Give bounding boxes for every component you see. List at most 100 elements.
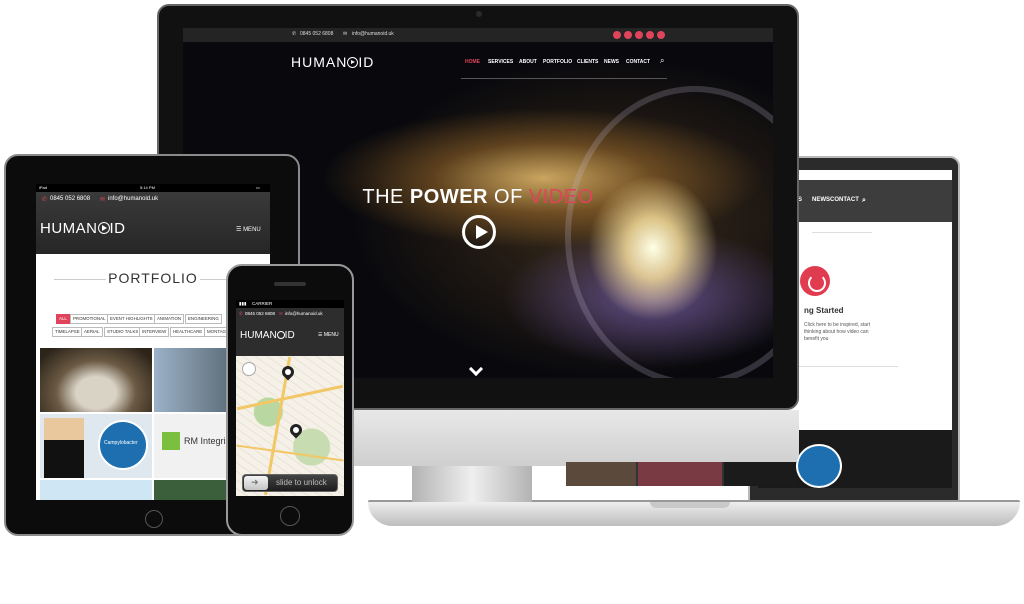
logo-text-end: ID (109, 220, 126, 237)
facebook-icon[interactable] (624, 31, 632, 39)
monitor-stand (412, 466, 532, 502)
logo-play-icon (347, 57, 359, 68)
menu-button[interactable]: ☰ MENU (318, 332, 339, 338)
menu-label: MENU (243, 227, 261, 233)
rm-logo-icon (162, 432, 180, 450)
thumb-interview[interactable] (724, 462, 796, 486)
map-pin-icon[interactable] (279, 363, 297, 381)
logo-text: HUMAN (40, 220, 98, 237)
signal-icon: ▮▮▮ (239, 301, 247, 306)
filter-all[interactable]: ALL (56, 314, 70, 324)
humanoid-logo[interactable]: HUMAN ID (240, 330, 295, 341)
search-icon[interactable]: ⌕ (660, 56, 664, 66)
camera-icon (476, 11, 482, 17)
laptop-nav-news[interactable]: NEWS (812, 197, 830, 203)
nav-services[interactable]: SERVICES (488, 59, 513, 65)
phone-number[interactable]: 0845 052 6808 (245, 311, 275, 316)
nav-about[interactable]: ABOUT (519, 59, 537, 65)
mail-icon: ✉ (100, 197, 106, 203)
phone-number[interactable]: 0845 052 6808 (50, 196, 90, 202)
divider (798, 366, 898, 367)
thumb-event[interactable] (638, 462, 722, 486)
map-pan-control[interactable] (242, 362, 256, 376)
nav-underline (461, 78, 667, 79)
campylobacter-thumb[interactable] (796, 444, 842, 488)
light-ring (565, 86, 773, 378)
filter-healthcare[interactable]: HEALTHCARE (170, 327, 206, 337)
logo-play-icon (276, 331, 285, 339)
logo-text-end: ID (358, 54, 375, 70)
email-link[interactable]: info@humanoid.uk (285, 311, 323, 316)
email-link[interactable]: info@humanoid.uk (352, 31, 394, 37)
laptop-nav-contact[interactable]: CONTACT (830, 197, 859, 203)
portfolio-thumb[interactable] (40, 480, 152, 500)
humanoid-logo[interactable]: HUMAN ID (291, 54, 374, 70)
logo-play-icon (97, 222, 110, 234)
status-time: 5:14 PM (140, 185, 155, 190)
phone-number[interactable]: 0845 052 6808 (300, 31, 333, 37)
mail-icon: ✉ (279, 311, 283, 316)
divider (812, 232, 872, 233)
portfolio-thumb-car[interactable] (40, 348, 152, 412)
logo-text: HUMAN (240, 330, 277, 341)
nav-portfolio[interactable]: PORTFOLIO (543, 59, 572, 65)
nav-clients[interactable]: CLIENTS (577, 59, 598, 65)
nav-news[interactable]: NEWS (604, 59, 619, 65)
top-bar: ✆ 0845 052 6808 ✉ info@humanoid.uk (183, 28, 773, 42)
filter-studio-talks[interactable]: STUDIO TALKS (104, 327, 142, 337)
carrier-label: CARRIER (252, 301, 273, 306)
phone-screen: ▮▮▮ CARRIER ✆ 0845 052 6808 ✉ info@human… (236, 300, 344, 496)
getting-started-text: Click here to be inspired, start thinkin… (804, 322, 871, 342)
twitter-icon[interactable] (635, 31, 643, 39)
speaker-grille (274, 282, 306, 286)
phone-header: ✆ 0845 052 6808 ✉ info@humanoid.uk HUMAN… (236, 308, 344, 356)
search-icon[interactable]: ⌕ (862, 197, 866, 205)
laptop-notch (650, 502, 730, 508)
filter-interview[interactable]: INTERVIEW (139, 327, 170, 337)
phone-icon: ✆ (42, 197, 48, 203)
logo-text-end: ID (284, 330, 295, 341)
status-bar: iPad 5:14 PM ▭ (36, 184, 270, 192)
mail-icon: ✉ (343, 31, 348, 37)
filter-aerial[interactable]: AERIAL (81, 327, 103, 337)
thumb-car[interactable] (566, 462, 636, 486)
hero-word: THE (362, 186, 404, 208)
instagram-icon[interactable] (613, 31, 621, 39)
portfolio-thumb-campylobacter[interactable]: Campylobacter (40, 414, 152, 478)
filter-animation[interactable]: ANIMATION (154, 314, 185, 324)
campylobacter-label: Campylobacter (104, 440, 138, 446)
logo-text: HUMAN (291, 54, 348, 70)
map-road (236, 384, 344, 411)
nav-home[interactable]: HOME (465, 59, 480, 65)
portfolio-thumbnails (566, 462, 796, 486)
home-button[interactable] (145, 510, 163, 528)
hero-word-accent: VIDEO (528, 186, 594, 208)
filter-event-highlights[interactable]: EVENT HIGHLIGHTS (107, 314, 156, 324)
map-pin-icon[interactable] (287, 421, 305, 439)
vimeo-icon[interactable] (646, 31, 654, 39)
battery-icon: ▭ (256, 185, 260, 190)
nav-contact[interactable]: CONTACT (626, 59, 650, 65)
campylobacter-badge: Campylobacter (98, 420, 148, 470)
map-road (236, 444, 344, 462)
youtube-icon[interactable] (657, 31, 665, 39)
menu-label: MENU (323, 332, 339, 338)
phone-icon: ✆ (292, 31, 297, 37)
filter-timelapse[interactable]: TIMELAPSE (52, 327, 83, 337)
power-icon[interactable] (800, 266, 830, 296)
humanoid-logo[interactable]: HUMAN ID (40, 220, 126, 237)
hero-word-bold: POWER (409, 186, 488, 208)
slide-to-unlock-label: slide to unlock (276, 478, 327, 487)
status-bar: ▮▮▮ CARRIER (236, 300, 344, 308)
chevron-down-icon[interactable] (468, 361, 484, 377)
unlock-arrow-icon[interactable] (244, 476, 268, 490)
email-link[interactable]: info@humanoid.uk (108, 196, 158, 202)
filter-promotional[interactable]: PROMOTIONAL (70, 314, 109, 324)
home-button[interactable] (280, 506, 300, 526)
presenter-image (44, 418, 84, 478)
rm-integris-label: RM Integris (184, 436, 231, 446)
device-label: iPad (39, 185, 48, 190)
menu-button[interactable]: ☰ MENU (236, 226, 261, 233)
play-button-icon[interactable] (462, 215, 496, 249)
filter-engineering[interactable]: ENGINEERING (185, 314, 222, 324)
